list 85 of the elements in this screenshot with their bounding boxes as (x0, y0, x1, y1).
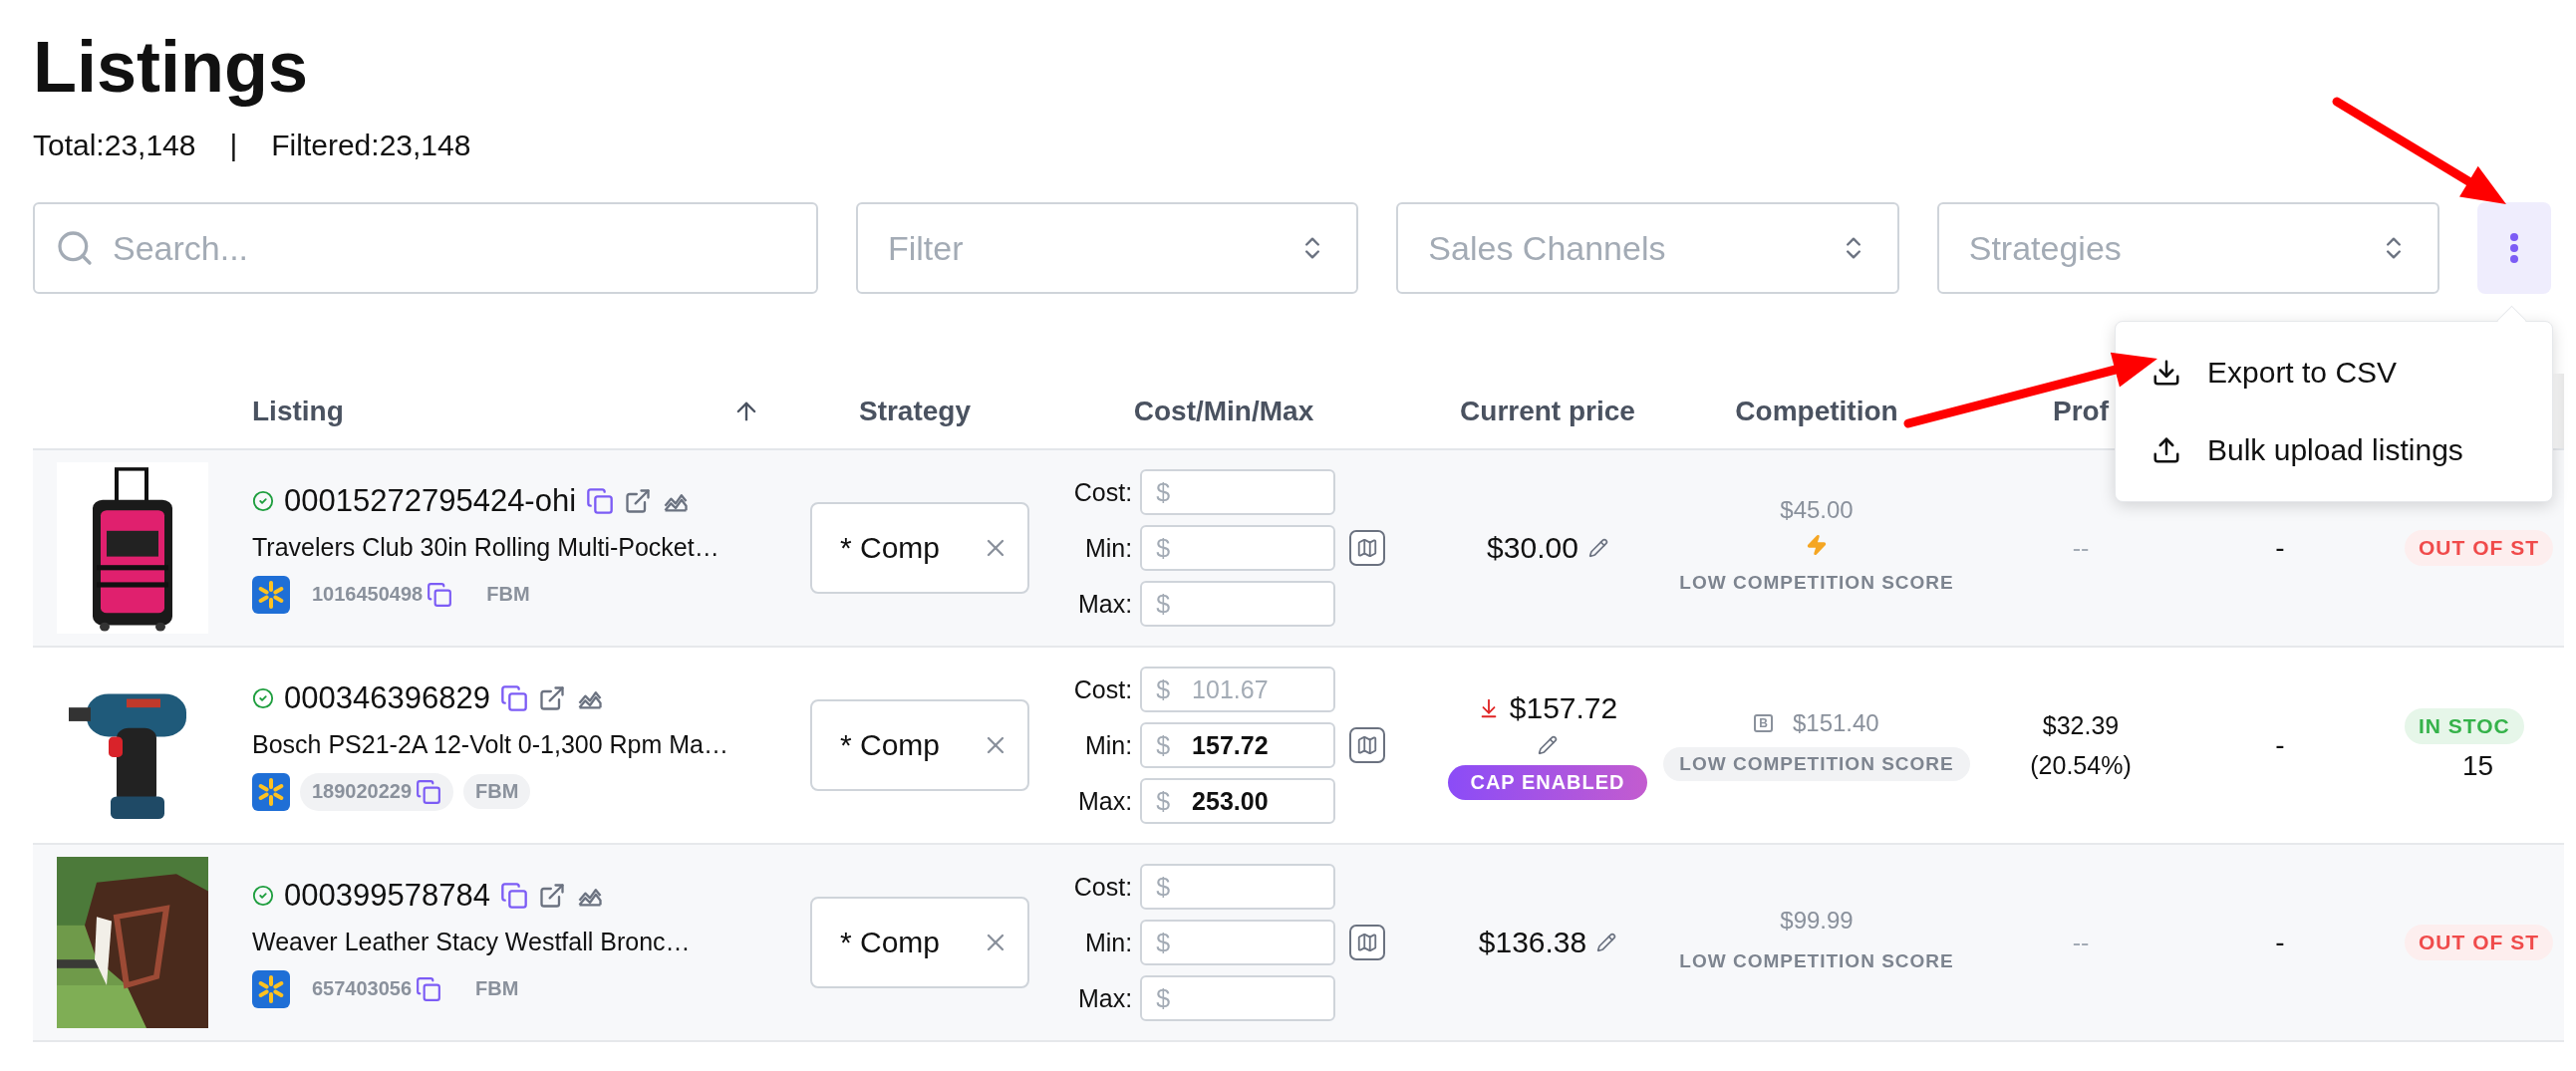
field-label: Min: (1084, 533, 1133, 563)
column-header[interactable]: Listing (252, 395, 344, 427)
price-field[interactable]: $ 253.00 (1140, 778, 1336, 824)
table-cell: - (2275, 532, 2285, 564)
copy-icon[interactable] (586, 486, 615, 515)
item-id: 1016450498 (300, 575, 465, 614)
current-price: $30.00 (1487, 531, 1578, 565)
map-icon (1356, 734, 1379, 756)
map-button[interactable] (1349, 727, 1386, 763)
copy-icon[interactable] (427, 581, 453, 608)
column-header[interactable]: Competition (1735, 395, 1898, 427)
external-link-icon[interactable] (624, 486, 653, 515)
edit-icon[interactable] (1587, 538, 1608, 558)
listing-sku: 000346396829 (284, 679, 490, 716)
total-count: Total:23,148 (33, 128, 196, 163)
table-cell: - (2275, 729, 2285, 761)
external-link-icon[interactable] (537, 683, 566, 712)
strategy-select[interactable]: * Comp (810, 699, 1029, 791)
edit-icon[interactable] (1596, 933, 1617, 952)
competition-score: LOW COMPETITION SCORE (1663, 747, 1970, 781)
external-link-icon[interactable] (537, 881, 566, 910)
profit: -- (2072, 928, 2090, 958)
map-button[interactable] (1349, 925, 1386, 960)
edit-icon[interactable] (1538, 734, 1558, 755)
menu-item[interactable]: Export to CSV (2116, 334, 2552, 411)
strategy-select[interactable]: * Comp (810, 502, 1029, 594)
cap-enabled-tag: CAP ENABLED (1448, 764, 1647, 800)
listing-title: Travelers Club 30in Rolling Multi-Pocket… (252, 532, 720, 562)
item-id: 189020229 (300, 772, 454, 811)
table-cell: - (2275, 927, 2285, 958)
current-price: $157.72 (1509, 690, 1618, 725)
profit: $32.39 (20.54%) (2030, 710, 2132, 781)
competitor-price: $151.40 (1792, 709, 1879, 737)
map-icon (1356, 932, 1379, 953)
search-icon (55, 228, 95, 268)
fulfillment-tag: FBM (463, 774, 531, 809)
competition-marker: B (1754, 714, 1773, 732)
menu-item[interactable]: Bulk upload listings (2116, 411, 2552, 489)
fulfillment-tag: FBM (463, 971, 531, 1006)
column-header[interactable]: Prof (2053, 395, 2109, 427)
listing-title: Bosch PS21-2A 12-Volt 0-1,300 Rpm Ma… (252, 729, 730, 759)
copy-icon[interactable] (499, 881, 528, 910)
separator: | (229, 128, 238, 163)
column-header[interactable]: Cost/Min/Max (1133, 395, 1314, 427)
copy-icon[interactable] (499, 683, 528, 712)
more-menu-button[interactable] (2477, 202, 2551, 294)
listing-sku: 00015272795424-ohi (284, 482, 577, 519)
field-label: Max: (1078, 983, 1133, 1013)
field-label: Min: (1084, 928, 1133, 957)
competitor-price: $45.00 (1780, 496, 1854, 524)
page-title: Listings (33, 26, 309, 109)
filtered-count: Filtered:23,148 (271, 128, 471, 163)
competition-score: LOW COMPETITION SCORE (1678, 949, 1955, 973)
item-id: 657403056 (300, 969, 454, 1008)
copy-icon[interactable] (416, 975, 442, 1002)
spark-icon (252, 575, 290, 614)
more-icon (2509, 232, 2519, 264)
spark-icon (252, 969, 290, 1008)
map-icon (1356, 537, 1379, 559)
strategy-select[interactable]: * Comp (810, 897, 1029, 988)
stock-status: OUT OF ST (2405, 530, 2553, 566)
column-header[interactable]: Strategy (858, 395, 971, 427)
stock-status: OUT OF ST (2405, 925, 2553, 960)
field-label: Min: (1084, 730, 1133, 760)
upload-icon (2151, 435, 2181, 465)
competition-score: LOW COMPETITION SCORE (1678, 571, 1955, 595)
stock-status: IN STOC (2405, 708, 2524, 744)
profit: -- (2072, 533, 2090, 564)
map-button[interactable] (1349, 530, 1386, 566)
listing-sku: 000399578784 (284, 877, 490, 914)
field-label: Max: (1078, 786, 1133, 816)
field-label: Cost: (1073, 872, 1133, 902)
stock-quantity: 15 (2462, 750, 2494, 782)
copy-icon[interactable] (416, 778, 442, 805)
field-label: Cost: (1073, 674, 1133, 704)
field-label: Cost: (1073, 477, 1133, 507)
fulfillment-tag: FBM (474, 577, 542, 612)
field-label: Max: (1078, 589, 1133, 619)
current-price: $136.38 (1478, 926, 1587, 959)
competitor-price: $99.99 (1780, 907, 1854, 935)
listing-title: Weaver Leather Stacy Westfall Bronc… (252, 927, 692, 956)
price-field[interactable]: $ 157.72 (1140, 722, 1336, 768)
column-header[interactable]: Current price (1460, 395, 1635, 427)
download-icon (2151, 358, 2181, 388)
spark-icon (252, 772, 290, 811)
